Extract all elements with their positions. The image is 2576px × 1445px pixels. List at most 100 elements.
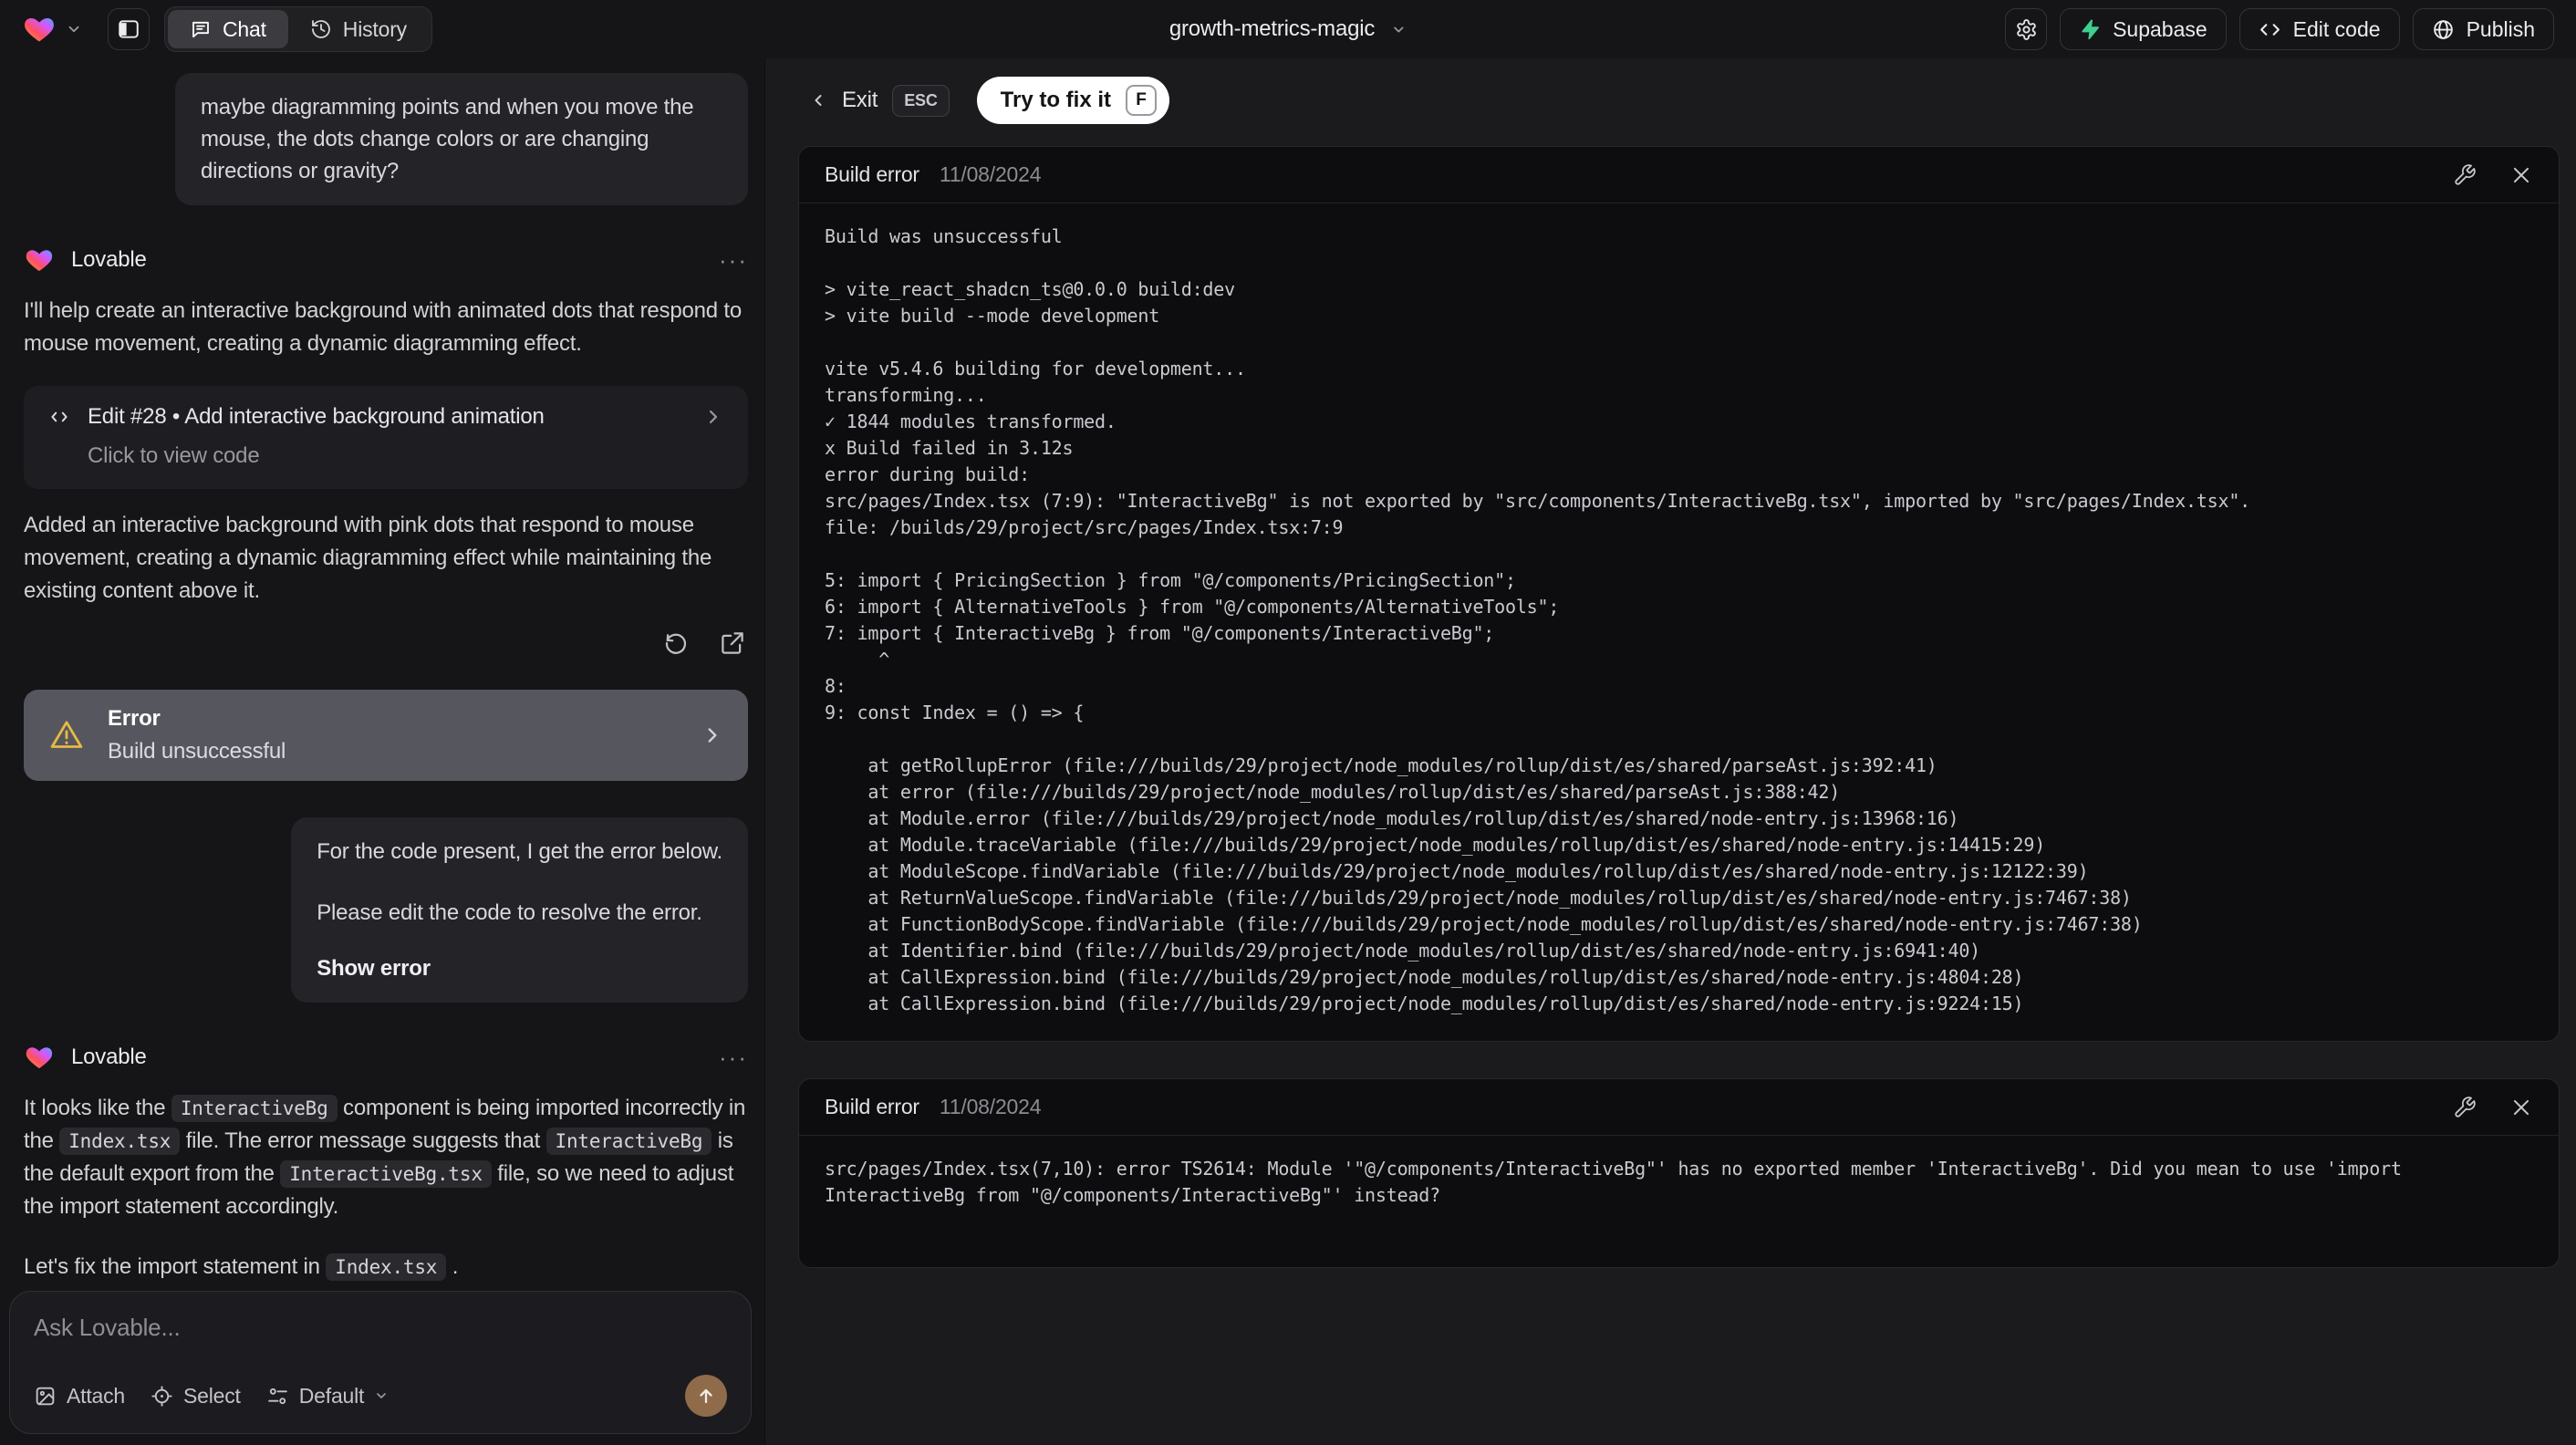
error-log-body[interactable]: src/pages/Index.tsx(7,10): error TS2614:…	[799, 1136, 2559, 1267]
chevron-down-icon	[66, 21, 82, 37]
assistant-message-header: Lovable ···	[24, 245, 748, 275]
code-brackets-icon	[2259, 18, 2281, 41]
chevron-right-icon	[702, 406, 724, 428]
supabase-bolt-icon	[2079, 18, 2101, 40]
chat-history-tabs: Chat History	[164, 6, 432, 52]
user-message-text: maybe diagramming points and when you mo…	[201, 95, 694, 183]
gear-icon	[2015, 18, 2038, 41]
lovable-heart-avatar	[24, 1043, 55, 1072]
dismiss-error-button[interactable]	[2509, 163, 2533, 187]
sliders-icon	[266, 1385, 289, 1408]
error-card-subtitle: Build unsuccessful	[108, 739, 286, 764]
exit-button[interactable]: Exit ESC	[809, 84, 950, 117]
user-message-line: For the code present, I get the error be…	[317, 839, 722, 864]
show-error-link[interactable]: Show error	[317, 952, 722, 984]
assistant-paragraph: Let's fix the import statement in Index.…	[24, 1251, 748, 1284]
tab-history-label: History	[342, 16, 407, 41]
refresh-icon	[662, 629, 690, 657]
project-title: growth-metrics-magic	[1169, 16, 1376, 41]
preview-error-panel: Exit ESC Try to fix it F Build error 11/…	[764, 58, 2576, 1445]
top-actions: Supabase Edit code Publish	[2005, 8, 2554, 50]
send-button[interactable]	[685, 1375, 727, 1417]
error-card-date: 11/08/2024	[939, 1095, 1042, 1118]
chevron-down-icon	[374, 1388, 389, 1403]
user-message: For the code present, I get the error be…	[291, 817, 748, 1003]
f-key-badge: F	[1126, 85, 1157, 116]
text-run: Let's fix the import statement in	[24, 1254, 327, 1279]
error-card-title: Build error	[825, 162, 919, 186]
try-to-fix-button[interactable]: Try to fix it F	[976, 77, 1169, 124]
sidebar-panel-icon	[117, 17, 140, 41]
error-card-title: Error	[108, 706, 161, 731]
build-error-log-card-1: Build error 11/08/2024 Build was unsucce…	[798, 146, 2560, 1042]
attach-button-label: Attach	[67, 1383, 126, 1408]
assistant-name: Lovable	[71, 1045, 147, 1069]
code-icon	[47, 405, 71, 429]
sidebar-toggle-button[interactable]	[108, 8, 150, 50]
chevron-left-icon	[809, 91, 827, 109]
settings-button[interactable]	[2005, 8, 2048, 50]
edit-code-button[interactable]: Edit code	[2238, 8, 2400, 50]
edit-card-title: Edit #28 • Add interactive background an…	[88, 404, 545, 429]
inline-code: InteractiveBg.tsx	[280, 1160, 492, 1188]
chat-mode-label: Default	[298, 1383, 365, 1408]
tab-chat[interactable]: Chat	[168, 10, 288, 48]
inline-code: Index.tsx	[59, 1128, 181, 1155]
wrench-icon	[2453, 1096, 2477, 1119]
app-logo-menu[interactable]	[22, 13, 82, 46]
text-run: .	[446, 1254, 459, 1279]
error-overlay-toolbar: Exit ESC Try to fix it F	[798, 77, 2560, 124]
error-card-title: Build error	[825, 1095, 919, 1118]
fix-with-ai-button[interactable]	[2453, 163, 2477, 187]
exit-label: Exit	[842, 88, 878, 112]
error-card-date: 11/08/2024	[939, 162, 1042, 186]
close-icon	[2509, 1096, 2533, 1119]
chat-bubble-icon	[190, 18, 212, 40]
assistant-paragraph: Added an interactive background with pin…	[24, 513, 712, 603]
build-error-log-card-2: Build error 11/08/2024 src/pages/Index.t…	[798, 1078, 2560, 1268]
fix-with-ai-button[interactable]	[2453, 1096, 2477, 1119]
edit-card-subtitle: Click to view code	[88, 443, 260, 468]
restore-version-button[interactable]	[660, 628, 691, 659]
attach-button[interactable]: Attach	[34, 1384, 125, 1409]
message-menu-button[interactable]: ···	[719, 1045, 748, 1069]
chat-panel: maybe diagramming points and when you mo…	[0, 58, 764, 1445]
tab-chat-label: Chat	[223, 16, 266, 41]
edit-card-28[interactable]: Edit #28 • Add interactive background an…	[24, 386, 748, 489]
globe-icon	[2432, 18, 2455, 41]
select-element-button[interactable]: Select	[151, 1384, 241, 1409]
dismiss-error-button[interactable]	[2509, 1096, 2533, 1119]
chat-message-list[interactable]: maybe diagramming points and when you mo…	[0, 58, 764, 1445]
build-error-card[interactable]: Error Build unsuccessful	[24, 690, 748, 781]
publish-button[interactable]: Publish	[2412, 8, 2554, 50]
text-run: It looks like the	[24, 1096, 171, 1120]
try-to-fix-label: Try to fix it	[1000, 88, 1111, 112]
supabase-button[interactable]: Supabase	[2060, 8, 2227, 50]
assistant-name: Lovable	[71, 247, 147, 272]
project-switcher[interactable]: growth-metrics-magic	[1169, 16, 1407, 42]
assistant-paragraph: It looks like the InteractiveBg componen…	[24, 1092, 748, 1223]
error-card-header: Build error 11/08/2024	[799, 147, 2559, 203]
close-icon	[2509, 163, 2533, 187]
chat-mode-dropdown[interactable]: Default	[266, 1384, 389, 1409]
error-card-header: Build error 11/08/2024	[799, 1079, 2559, 1136]
top-bar: Chat History growth-metrics-magic Supaba…	[0, 0, 2576, 58]
select-button-label: Select	[183, 1383, 241, 1408]
chevron-right-icon	[701, 723, 724, 747]
supabase-button-label: Supabase	[2113, 16, 2207, 41]
message-action-row	[24, 628, 748, 659]
inline-code: InteractiveBg	[545, 1128, 712, 1155]
chat-input[interactable]	[34, 1314, 727, 1342]
error-log-body[interactable]: Build was unsuccessful > vite_react_shad…	[799, 203, 2559, 1041]
composer-toolbar: Attach Select Default	[34, 1375, 727, 1417]
chevron-down-icon	[1391, 22, 1407, 37]
tab-history[interactable]: History	[288, 10, 429, 48]
wrench-icon	[2453, 163, 2477, 187]
warning-triangle-icon	[47, 717, 86, 754]
attach-image-icon	[34, 1385, 57, 1408]
assistant-paragraph: I'll help create an interactive backgrou…	[24, 298, 742, 356]
message-menu-button[interactable]: ···	[719, 248, 748, 272]
open-preview-button[interactable]	[717, 628, 748, 659]
build-log-text: src/pages/Index.tsx(7,10): error TS2614:…	[825, 1158, 2413, 1206]
edit-code-button-label: Edit code	[2292, 16, 2381, 41]
